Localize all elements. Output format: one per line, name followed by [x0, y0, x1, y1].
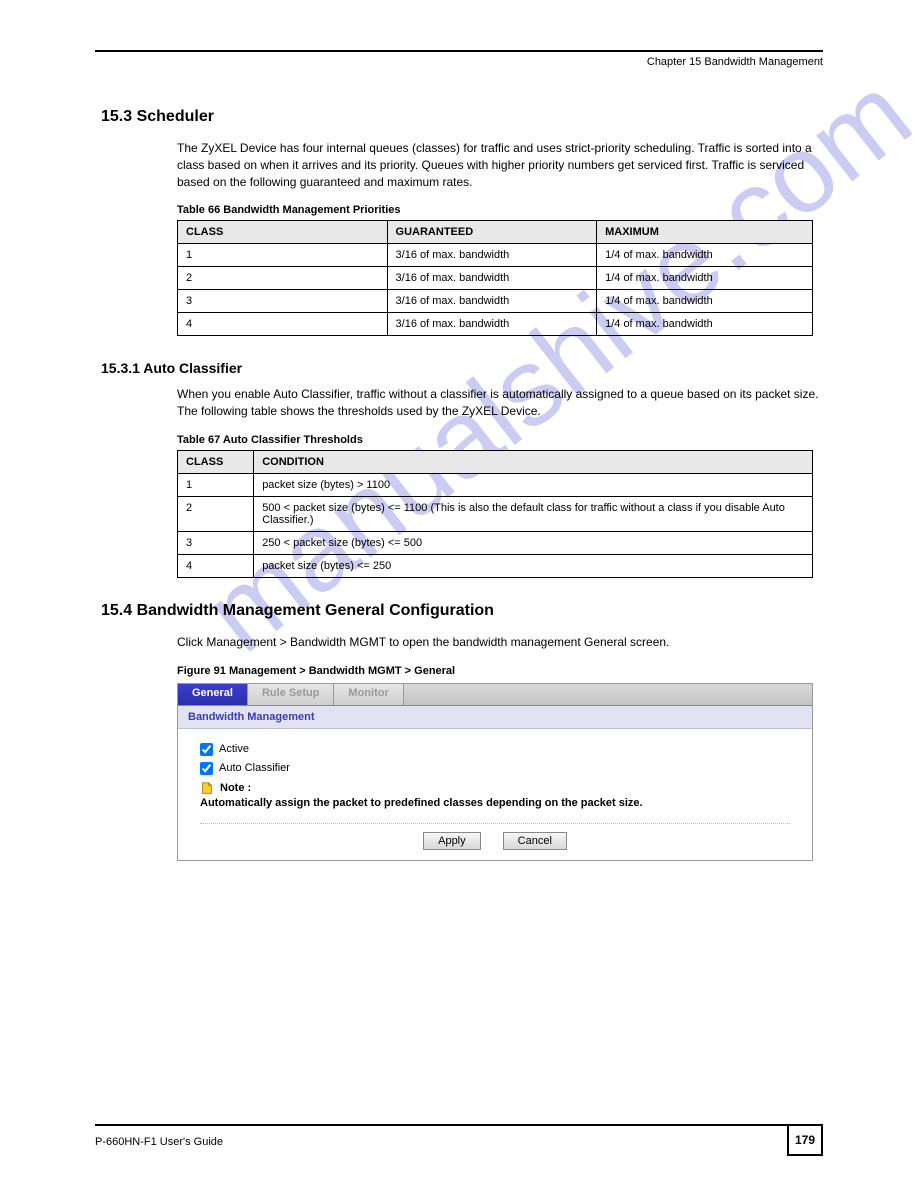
header-rule	[95, 50, 823, 52]
cell: packet size (bytes) <= 250	[254, 554, 813, 577]
cell: 3	[178, 290, 388, 313]
page: Chapter 15 Bandwidth Management 15.3 Sch…	[0, 0, 918, 931]
screenshot-panel: General Rule Setup Monitor Bandwidth Man…	[177, 683, 813, 861]
tab-general[interactable]: General	[178, 684, 248, 705]
subsection-intro: When you enable Auto Classifier, traffic…	[177, 386, 823, 420]
note-icon	[200, 781, 214, 795]
footer-left: P-660HN-F1 User's Guide	[95, 1136, 223, 1148]
auto-classifier-row: Auto Classifier	[200, 762, 790, 775]
apply-button[interactable]: Apply	[423, 832, 481, 850]
section-title-scheduler: 15.3 Scheduler	[101, 108, 823, 126]
table-header-row: CLASS CONDITION	[178, 450, 813, 473]
active-label: Active	[219, 743, 249, 755]
cancel-button[interactable]: Cancel	[503, 832, 567, 850]
tab-monitor[interactable]: Monitor	[334, 684, 403, 705]
cell: 1/4 of max. bandwidth	[597, 290, 813, 313]
cell: 3	[178, 531, 254, 554]
table-row: 1packet size (bytes) > 1100	[178, 473, 813, 496]
cell: 4	[178, 313, 388, 336]
footer: P-660HN-F1 User's Guide	[95, 1124, 823, 1148]
active-checkbox[interactable]	[200, 743, 213, 756]
cell: 1/4 of max. bandwidth	[597, 244, 813, 267]
tab-rule-setup[interactable]: Rule Setup	[248, 684, 334, 705]
note-label: Note :	[220, 782, 251, 794]
table-row: 33/16 of max. bandwidth1/4 of max. bandw…	[178, 290, 813, 313]
table-row: 23/16 of max. bandwidth1/4 of max. bandw…	[178, 267, 813, 290]
chapter-header: Chapter 15 Bandwidth Management	[95, 56, 823, 68]
cell: 3/16 of max. bandwidth	[387, 313, 597, 336]
table-caption-67: Table 67 Auto Classifier Thresholds	[177, 434, 823, 446]
cell: 500 < packet size (bytes) <= 1100 (This …	[254, 496, 813, 531]
cell: 2	[178, 496, 254, 531]
table-row: 4packet size (bytes) <= 250	[178, 554, 813, 577]
cell: 1	[178, 244, 388, 267]
table-row: 2500 < packet size (bytes) <= 1100 (This…	[178, 496, 813, 531]
thresholds-table: CLASS CONDITION 1packet size (bytes) > 1…	[177, 450, 813, 578]
cell: packet size (bytes) > 1100	[254, 473, 813, 496]
table-row: 43/16 of max. bandwidth1/4 of max. bandw…	[178, 313, 813, 336]
button-row: Apply Cancel	[200, 823, 790, 850]
figure-caption-91: Figure 91 Management > Bandwidth MGMT > …	[177, 665, 823, 677]
cell: 4	[178, 554, 254, 577]
th-maximum: MAXIMUM	[597, 221, 813, 244]
th-condition: CONDITION	[254, 450, 813, 473]
cell: 3/16 of max. bandwidth	[387, 267, 597, 290]
section-intro-general-config: Click Management > Bandwidth MGMT to ope…	[177, 634, 823, 651]
table-row: 13/16 of max. bandwidth1/4 of max. bandw…	[178, 244, 813, 267]
note-row: Note :	[200, 781, 790, 795]
cell: 2	[178, 267, 388, 290]
cell: 3/16 of max. bandwidth	[387, 244, 597, 267]
cell: 3/16 of max. bandwidth	[387, 290, 597, 313]
auto-classifier-label: Auto Classifier	[219, 762, 290, 774]
cell: 250 < packet size (bytes) <= 500	[254, 531, 813, 554]
page-number: 179	[787, 1124, 823, 1156]
panel-body: Active Auto Classifier Note : Automatica…	[178, 729, 812, 860]
subsection-title-auto-classifier: 15.3.1 Auto Classifier	[101, 360, 823, 376]
section-title-general-config: 15.4 Bandwidth Management General Config…	[101, 602, 823, 620]
th-class: CLASS	[178, 450, 254, 473]
table-caption-66: Table 66 Bandwidth Management Priorities	[177, 204, 823, 216]
th-class: CLASS	[178, 221, 388, 244]
active-row: Active	[200, 743, 790, 756]
panel-title: Bandwidth Management	[178, 706, 812, 729]
cell: 1/4 of max. bandwidth	[597, 313, 813, 336]
note-body: Automatically assign the packet to prede…	[200, 797, 790, 809]
tab-bar: General Rule Setup Monitor	[178, 684, 812, 706]
cell: 1	[178, 473, 254, 496]
cell: 1/4 of max. bandwidth	[597, 267, 813, 290]
th-guaranteed: GUARANTEED	[387, 221, 597, 244]
priorities-table: CLASS GUARANTEED MAXIMUM 13/16 of max. b…	[177, 220, 813, 336]
section-intro-scheduler: The ZyXEL Device has four internal queue…	[177, 140, 823, 190]
auto-classifier-checkbox[interactable]	[200, 762, 213, 775]
table-header-row: CLASS GUARANTEED MAXIMUM	[178, 221, 813, 244]
table-row: 3250 < packet size (bytes) <= 500	[178, 531, 813, 554]
